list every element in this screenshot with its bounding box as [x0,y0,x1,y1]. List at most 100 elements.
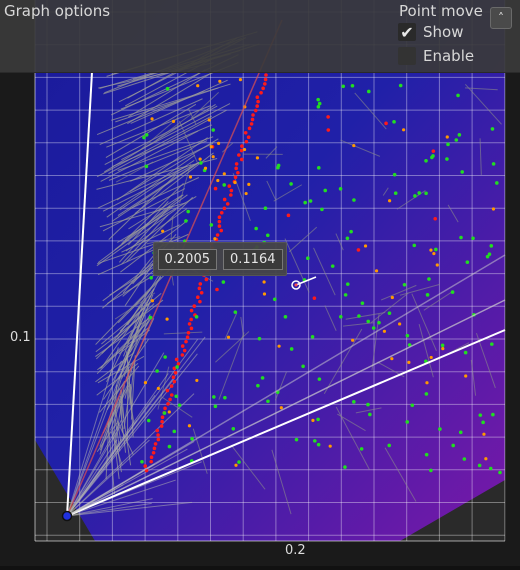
orange-point [280,406,283,409]
coordinate-tooltip: 0.2005 0.1164 [153,242,287,276]
orange-point [151,299,154,302]
red-point [190,309,194,313]
green-point [463,457,467,461]
red-point [218,220,222,224]
green-point [393,173,397,177]
red-point [152,451,156,455]
green-point [438,427,442,431]
enable-checkbox[interactable] [398,47,416,65]
red-point [157,438,161,442]
red-point [166,389,170,393]
red-point [200,291,204,295]
green-point [212,395,216,399]
red-point [433,217,437,221]
orange-point [227,336,230,339]
red-point [218,215,222,219]
point-move-title: Point move [399,2,483,20]
orange-point [212,155,215,158]
red-point [205,278,209,282]
green-point [303,201,307,205]
orange-point [329,445,332,448]
red-point [251,118,255,122]
orange-point [195,379,198,382]
green-point [417,191,421,195]
red-point [248,127,252,131]
green-point [145,133,149,137]
tooltip-x-value: 0.2005 [158,249,218,270]
orange-point [402,128,405,131]
green-point [392,120,396,124]
red-point [236,171,240,175]
red-point [256,100,260,104]
enable-toggle[interactable]: Enable [398,47,474,65]
orange-point [239,78,242,81]
orange-point [464,374,467,377]
green-point [313,439,317,443]
green-point [277,164,281,168]
green-point [349,230,353,234]
green-point [498,471,502,475]
plot-area[interactable] [0,0,520,566]
orange-point [161,230,164,233]
red-point [150,455,154,459]
green-point [399,84,403,88]
green-point [163,355,167,359]
green-point [339,315,343,319]
graph-viewport[interactable]: 0.1 0.2 0.2005 0.1164 Graph options Poin… [0,0,520,566]
green-point [266,233,270,237]
red-point [247,135,251,139]
red-point [181,353,185,357]
red-point [240,158,244,162]
green-point [318,102,322,106]
red-point [160,420,164,424]
orange-point [441,347,444,350]
green-point [155,369,159,373]
green-point [318,377,322,381]
collapse-button[interactable]: ˄ [490,7,512,29]
green-point [168,445,172,449]
green-point [186,210,190,214]
red-point [357,248,361,252]
check-icon: ✔ [400,23,413,42]
green-point [426,293,430,297]
green-point [339,187,343,191]
orange-point [391,296,394,299]
orange-point [157,387,160,390]
green-point [413,194,417,198]
red-point [163,407,167,411]
green-point [266,399,270,403]
green-point [346,282,350,286]
chevron-double-up-icon: ˄ [498,11,504,25]
green-point [458,133,462,137]
enable-label: Enable [423,47,474,65]
red-point [198,300,202,304]
green-point [309,199,313,203]
red-point [287,214,291,218]
red-point [192,304,196,308]
green-point [388,311,392,315]
red-point [432,149,436,153]
green-point [254,227,258,231]
green-point [290,347,294,351]
green-point [445,157,449,161]
green-point [166,87,170,91]
green-point [491,413,495,417]
orange-point [398,322,401,325]
green-point [491,127,495,131]
green-point [367,90,371,94]
red-point [174,371,178,375]
green-point [273,297,277,301]
red-point [196,295,200,299]
show-checkbox[interactable]: ✔ [398,23,416,41]
green-point [366,403,370,407]
orange-point [388,199,391,202]
green-point [172,430,176,434]
red-point [187,331,191,335]
green-point [344,293,348,297]
orange-point [208,118,211,121]
red-point [245,140,249,144]
red-point [173,380,177,384]
green-point [466,260,470,264]
green-point [222,280,226,284]
show-toggle[interactable]: ✔ Show [398,23,463,41]
